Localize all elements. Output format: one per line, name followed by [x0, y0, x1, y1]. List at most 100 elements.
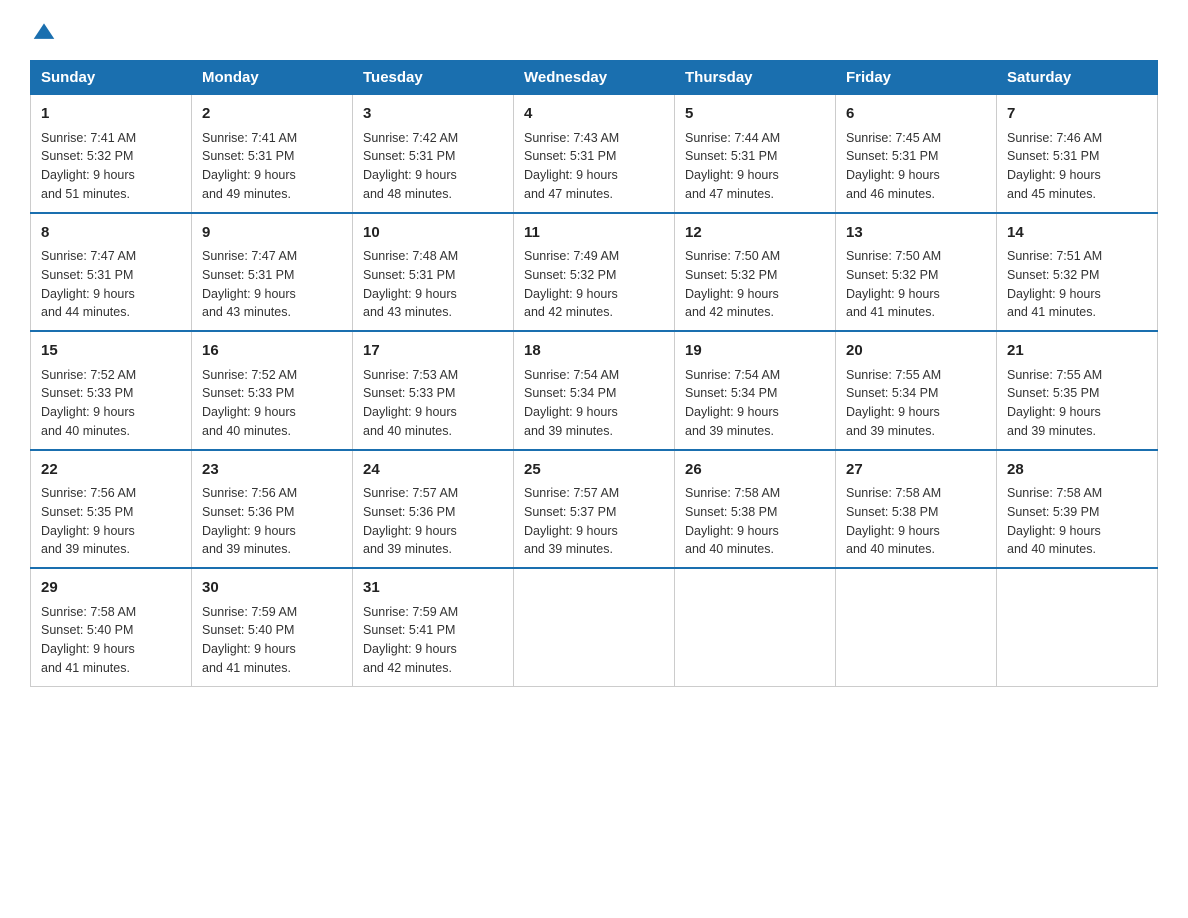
daylight-info: Daylight: 9 hours [1007, 168, 1101, 182]
daylight-mins: and 51 minutes. [41, 187, 130, 201]
sunset-info: Sunset: 5:38 PM [846, 505, 938, 519]
header-friday: Friday [836, 61, 997, 95]
day-number: 17 [363, 340, 503, 363]
sunset-info: Sunset: 5:40 PM [202, 623, 294, 637]
day-number: 12 [685, 222, 825, 245]
calendar-cell: 7 Sunrise: 7:46 AM Sunset: 5:31 PM Daylight… [997, 95, 1158, 213]
day-number: 19 [685, 340, 825, 363]
day-number: 23 [202, 459, 342, 482]
calendar-cell: 21Sunrise: 7:55 AMSunset: 5:35 PMDayligh… [997, 331, 1158, 450]
calendar-header-row: SundayMondayTuesdayWednesdayThursdayFrid… [31, 61, 1158, 95]
daylight-mins: and 39 minutes. [41, 542, 130, 556]
daylight-info: Daylight: 9 hours [685, 405, 779, 419]
daylight-info: Daylight: 9 hours [363, 524, 457, 538]
calendar-week-row: 29Sunrise: 7:58 AMSunset: 5:40 PMDayligh… [31, 568, 1158, 686]
sunset-info: Sunset: 5:36 PM [202, 505, 294, 519]
sunrise-info: Sunrise: 7:41 AM [202, 131, 297, 145]
daylight-info: Daylight: 9 hours [41, 168, 135, 182]
sunset-info: Sunset: 5:33 PM [202, 386, 294, 400]
day-number: 7 [1007, 103, 1147, 126]
sunrise-info: Sunrise: 7:55 AM [1007, 368, 1102, 382]
sunset-info: Sunset: 5:31 PM [685, 149, 777, 163]
calendar-cell: 26Sunrise: 7:58 AMSunset: 5:38 PMDayligh… [675, 450, 836, 569]
sunset-info: Sunset: 5:31 PM [1007, 149, 1099, 163]
sunset-info: Sunset: 5:32 PM [1007, 268, 1099, 282]
sunset-info: Sunset: 5:32 PM [41, 149, 133, 163]
calendar-cell: 11Sunrise: 7:49 AMSunset: 5:32 PMDayligh… [514, 213, 675, 332]
sunrise-info: Sunrise: 7:53 AM [363, 368, 458, 382]
calendar-cell: 19Sunrise: 7:54 AMSunset: 5:34 PMDayligh… [675, 331, 836, 450]
day-number: 3 [363, 103, 503, 126]
daylight-mins: and 42 minutes. [685, 305, 774, 319]
daylight-mins: and 39 minutes. [524, 424, 613, 438]
daylight-mins: and 48 minutes. [363, 187, 452, 201]
sunset-info: Sunset: 5:31 PM [846, 149, 938, 163]
calendar-cell: 12Sunrise: 7:50 AMSunset: 5:32 PMDayligh… [675, 213, 836, 332]
daylight-info: Daylight: 9 hours [846, 524, 940, 538]
day-number: 14 [1007, 222, 1147, 245]
calendar-cell: 17Sunrise: 7:53 AMSunset: 5:33 PMDayligh… [353, 331, 514, 450]
calendar-cell: 31Sunrise: 7:59 AMSunset: 5:41 PMDayligh… [353, 568, 514, 686]
page-header [30, 20, 1158, 44]
sunset-info: Sunset: 5:32 PM [846, 268, 938, 282]
calendar-week-row: 15Sunrise: 7:52 AMSunset: 5:33 PMDayligh… [31, 331, 1158, 450]
daylight-info: Daylight: 9 hours [363, 287, 457, 301]
daylight-mins: and 47 minutes. [524, 187, 613, 201]
sunrise-info: Sunrise: 7:44 AM [685, 131, 780, 145]
day-number: 24 [363, 459, 503, 482]
calendar-cell: 22Sunrise: 7:56 AMSunset: 5:35 PMDayligh… [31, 450, 192, 569]
calendar-cell: 25Sunrise: 7:57 AMSunset: 5:37 PMDayligh… [514, 450, 675, 569]
sunset-info: Sunset: 5:31 PM [202, 268, 294, 282]
calendar-cell: 14Sunrise: 7:51 AMSunset: 5:32 PMDayligh… [997, 213, 1158, 332]
header-wednesday: Wednesday [514, 61, 675, 95]
sunset-info: Sunset: 5:31 PM [363, 268, 455, 282]
sunrise-info: Sunrise: 7:46 AM [1007, 131, 1102, 145]
daylight-info: Daylight: 9 hours [41, 287, 135, 301]
daylight-mins: and 40 minutes. [685, 542, 774, 556]
day-number: 29 [41, 577, 181, 600]
sunset-info: Sunset: 5:34 PM [846, 386, 938, 400]
daylight-mins: and 40 minutes. [846, 542, 935, 556]
calendar-week-row: 22Sunrise: 7:56 AMSunset: 5:35 PMDayligh… [31, 450, 1158, 569]
sunset-info: Sunset: 5:37 PM [524, 505, 616, 519]
sunset-info: Sunset: 5:31 PM [41, 268, 133, 282]
daylight-info: Daylight: 9 hours [1007, 405, 1101, 419]
calendar-cell: 18Sunrise: 7:54 AMSunset: 5:34 PMDayligh… [514, 331, 675, 450]
sunset-info: Sunset: 5:36 PM [363, 505, 455, 519]
header-thursday: Thursday [675, 61, 836, 95]
calendar-cell: 23Sunrise: 7:56 AMSunset: 5:36 PMDayligh… [192, 450, 353, 569]
daylight-mins: and 43 minutes. [363, 305, 452, 319]
calendar-cell: 4Sunrise: 7:43 AMSunset: 5:31 PMDaylight… [514, 95, 675, 213]
daylight-mins: and 39 minutes. [363, 542, 452, 556]
calendar-cell: 2Sunrise: 7:41 AMSunset: 5:31 PMDaylight… [192, 95, 353, 213]
daylight-mins: and 40 minutes. [202, 424, 291, 438]
daylight-mins: and 44 minutes. [41, 305, 130, 319]
sunrise-info: Sunrise: 7:58 AM [1007, 486, 1102, 500]
day-number: 27 [846, 459, 986, 482]
daylight-info: Daylight: 9 hours [524, 405, 618, 419]
sunrise-info: Sunrise: 7:58 AM [41, 605, 136, 619]
sunrise-info: Sunrise: 7:43 AM [524, 131, 619, 145]
calendar-cell: 8Sunrise: 7:47 AMSunset: 5:31 PMDaylight… [31, 213, 192, 332]
calendar-cell: 6Sunrise: 7:45 AMSunset: 5:31 PMDaylight… [836, 95, 997, 213]
daylight-mins: and 40 minutes. [363, 424, 452, 438]
sunrise-info: Sunrise: 7:54 AM [524, 368, 619, 382]
daylight-info: Daylight: 9 hours [1007, 524, 1101, 538]
sunrise-info: Sunrise: 7:45 AM [846, 131, 941, 145]
calendar-cell: 1Sunrise: 7:41 AMSunset: 5:32 PMDaylight… [31, 95, 192, 213]
daylight-info: Daylight: 9 hours [524, 168, 618, 182]
sunrise-info: Sunrise: 7:56 AM [202, 486, 297, 500]
daylight-info: Daylight: 9 hours [202, 287, 296, 301]
sunset-info: Sunset: 5:40 PM [41, 623, 133, 637]
day-number: 26 [685, 459, 825, 482]
sunrise-info: Sunrise: 7:59 AM [363, 605, 458, 619]
day-number: 22 [41, 459, 181, 482]
calendar-cell: 16Sunrise: 7:52 AMSunset: 5:33 PMDayligh… [192, 331, 353, 450]
sunset-info: Sunset: 5:33 PM [363, 386, 455, 400]
calendar-cell: 29Sunrise: 7:58 AMSunset: 5:40 PMDayligh… [31, 568, 192, 686]
daylight-info: Daylight: 9 hours [685, 168, 779, 182]
sunrise-info: Sunrise: 7:41 AM [41, 131, 136, 145]
sunrise-info: Sunrise: 7:56 AM [41, 486, 136, 500]
sunset-info: Sunset: 5:31 PM [363, 149, 455, 163]
daylight-mins: and 47 minutes. [685, 187, 774, 201]
